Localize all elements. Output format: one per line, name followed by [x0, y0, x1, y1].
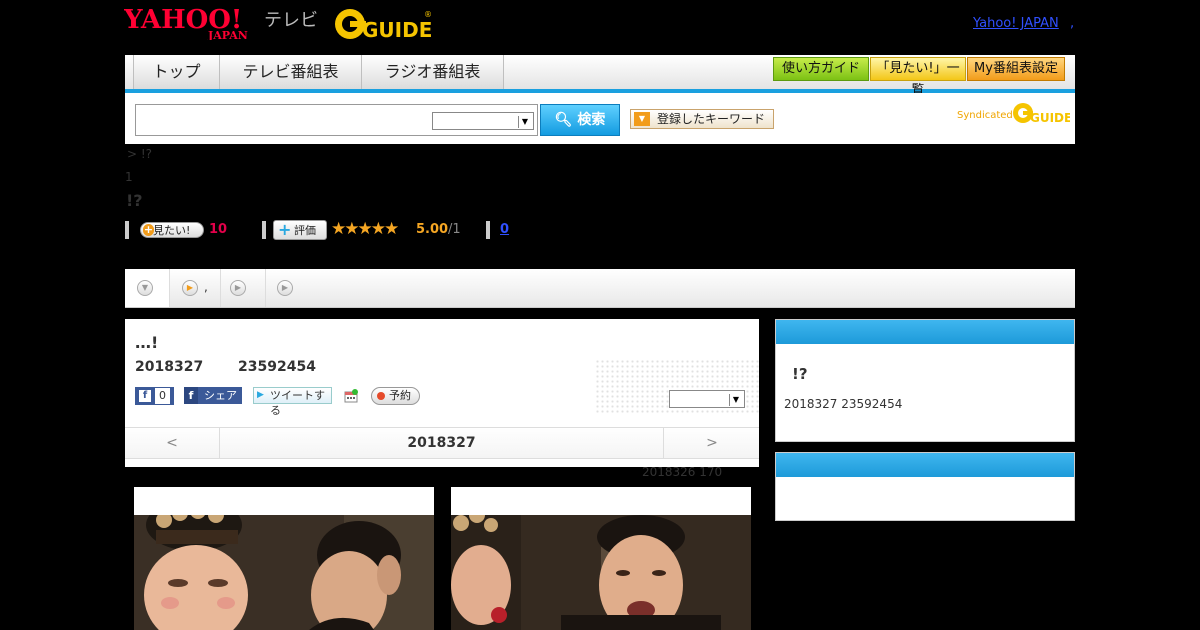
- program-detail-panel: …! 2018327 23592454 f0 fシェア ツイートする 予約 ▼ …: [125, 319, 759, 467]
- divider: [125, 221, 129, 239]
- play-icon: ▶: [230, 280, 246, 296]
- sidebar-program-box: !? 2018327 23592454: [775, 319, 1075, 442]
- prev-date-button[interactable]: <: [125, 428, 220, 458]
- tab-second-label: ,: [204, 280, 208, 294]
- nav-tab-tv-listings[interactable]: テレビ番組表: [220, 55, 362, 89]
- usage-guide-button[interactable]: 使い方ガイド: [773, 57, 869, 81]
- yahoo-japan-logo[interactable]: YAHOO! JAPAN: [123, 4, 262, 42]
- page-title: !?: [126, 191, 143, 210]
- tab-fourth[interactable]: ▶: [266, 269, 296, 307]
- nav-left-edge: [125, 55, 134, 89]
- search-icon: 🔍︎: [554, 112, 573, 128]
- program-date: 2018327: [135, 359, 204, 375]
- tab-program-info[interactable]: ▼: [125, 269, 170, 307]
- search-button-label: 検索: [577, 112, 606, 128]
- program-photo-image: [451, 515, 751, 630]
- sidebar-box-header: [776, 320, 1074, 344]
- global-nav: トップ テレビ番組表 ラジオ番組表 使い方ガイド 「見たい!」一覧 My番組表設…: [125, 55, 1075, 98]
- tv-label: テレビ: [264, 10, 318, 31]
- review-count-link[interactable]: 0: [500, 222, 509, 237]
- gguide-logo[interactable]: GUIDE ®: [334, 5, 434, 43]
- rating-score: 5.00: [416, 222, 449, 237]
- play-icon: ▶: [182, 280, 198, 296]
- tweet-button[interactable]: ツイートする: [253, 387, 332, 417]
- program-subinfo: 1: [125, 170, 133, 184]
- chevron-down-icon: ▼: [729, 394, 742, 406]
- rate-button[interactable]: 評価: [273, 220, 327, 240]
- rating-stars: ★★★★★: [331, 219, 399, 239]
- next-date-button[interactable]: >: [663, 428, 760, 458]
- program-heading: …!: [135, 333, 159, 352]
- nav-tab-radio-listings[interactable]: ラジオ番組表: [362, 55, 504, 89]
- chevron-down-icon: ▼: [518, 116, 531, 128]
- top-link-separator: ,: [1070, 16, 1075, 31]
- japan-logo-text: JAPAN: [207, 29, 248, 40]
- gguide-logo-text: GUIDE: [362, 18, 432, 42]
- program-photo-image: [134, 515, 434, 630]
- mitai-button[interactable]: 見たい!: [140, 222, 204, 238]
- mitai-list-button[interactable]: 「見たい!」一覧: [870, 57, 966, 98]
- tweet-label: ツイートする: [270, 389, 325, 417]
- facebook-share-button[interactable]: f シェア: [184, 387, 242, 404]
- program-photo-2[interactable]: [451, 487, 751, 630]
- reserve-button[interactable]: 予約: [371, 387, 420, 405]
- sidebar-box-header: [776, 453, 1074, 477]
- update-meta: 2018326 170: [642, 465, 723, 479]
- chevron-down-icon: ▼: [137, 280, 153, 296]
- facebook-like-button[interactable]: f0: [135, 387, 174, 405]
- facebook-icon: f: [139, 390, 151, 402]
- content-tabs: ▼ ▶ , ▶ ▶: [125, 269, 1075, 308]
- divider: [262, 221, 266, 239]
- gguide-reg-mark: ®: [424, 10, 432, 19]
- syndicated-label: Syndicated: [957, 110, 1013, 121]
- sidebar-program-meta: 2018327 23592454: [784, 397, 903, 411]
- facebook-icon: f: [184, 387, 198, 404]
- yahoo-japan-top-link[interactable]: Yahoo! JAPAN: [973, 16, 1059, 31]
- tab-second[interactable]: ▶ ,: [170, 269, 221, 307]
- facebook-share-label: シェア: [204, 389, 237, 402]
- sidebar-program-title[interactable]: !?: [792, 365, 808, 383]
- chevron-down-icon: ▼: [634, 112, 650, 126]
- svg-text:GUIDE: GUIDE: [1030, 111, 1070, 125]
- program-photo-1[interactable]: [134, 487, 434, 630]
- breadcrumb[interactable]: > !?: [127, 147, 152, 161]
- my-listings-settings-button[interactable]: My番組表設定: [967, 57, 1065, 81]
- search-bar: ▼ 🔍︎ 検索 ▼ 登録したキーワード Syndicated GUIDE: [125, 93, 1075, 144]
- rating-count: /1: [448, 222, 461, 237]
- divider: [486, 221, 490, 239]
- syndicated-gguide-logo: GUIDE: [1012, 101, 1072, 125]
- calendar-add-icon[interactable]: [344, 388, 358, 403]
- registered-keywords-label: 登録したキーワード: [657, 112, 766, 126]
- date-navigation: < 2018327 >: [125, 427, 759, 459]
- registered-keywords-button[interactable]: ▼ 登録したキーワード: [630, 109, 774, 129]
- search-category-select[interactable]: ▼: [432, 112, 534, 130]
- sidebar-box-2: [775, 452, 1075, 521]
- program-option-select[interactable]: ▼: [669, 390, 745, 408]
- program-time: 23592454: [238, 359, 316, 375]
- play-icon: ▶: [277, 280, 293, 296]
- mitai-count: 10: [209, 222, 228, 237]
- nav-tab-top[interactable]: トップ: [134, 55, 220, 89]
- search-button[interactable]: 🔍︎ 検索: [540, 104, 620, 136]
- facebook-like-count: 0: [155, 388, 170, 404]
- tab-third[interactable]: ▶: [221, 269, 266, 307]
- current-date: 2018327: [407, 435, 476, 451]
